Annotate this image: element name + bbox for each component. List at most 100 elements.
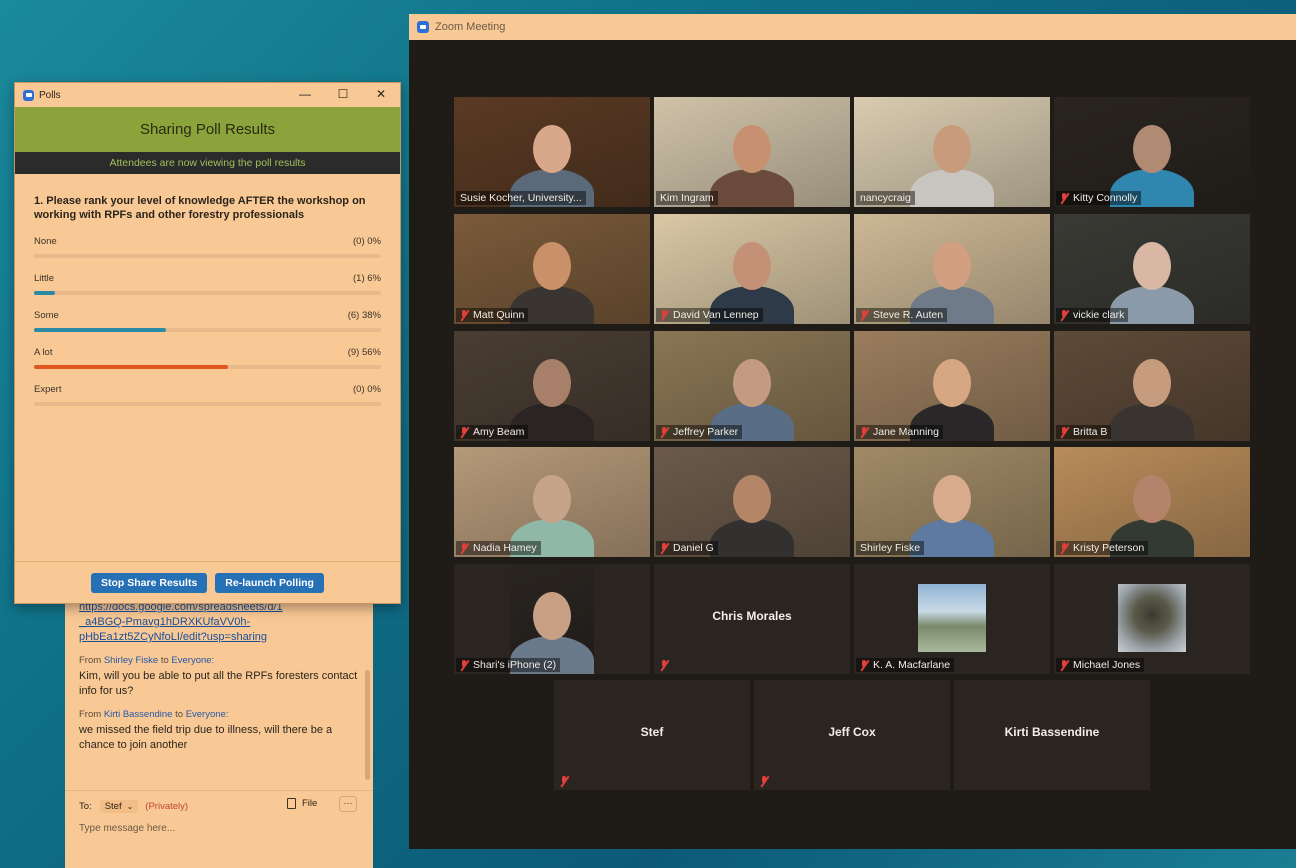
chat-link-line-2[interactable]: _a4BGQ-Pmavg1hDRXKUfaVV0h- — [79, 615, 359, 630]
participant-name-tag: Kristy Peterson — [1056, 541, 1149, 555]
participant-tile[interactable]: Jeffrey Parker — [654, 331, 850, 441]
message-input[interactable] — [79, 823, 349, 834]
file-icon — [287, 798, 296, 809]
participant-face — [533, 359, 571, 407]
chat-link-line-3[interactable]: pHbEa1zt5ZCyNfoLI/edit?usp=sharing — [79, 630, 359, 645]
participant-display-name: Stef — [640, 725, 664, 739]
close-button[interactable]: ✕ — [362, 83, 400, 107]
participant-tile[interactable]: vickie clark — [1054, 214, 1250, 324]
participant-face — [933, 242, 971, 290]
participant-name-tag: Jeffrey Parker — [656, 425, 743, 439]
participant-tile[interactable]: David Van Lennep — [654, 214, 850, 324]
recipient-value: Stef — [104, 801, 122, 812]
mic-muted-icon — [660, 660, 669, 671]
participant-face — [1133, 475, 1171, 523]
poll-option-result: (9) 56% — [347, 347, 381, 358]
participant-face — [533, 592, 571, 640]
maximize-button[interactable]: ☐ — [324, 83, 362, 107]
participant-face — [733, 475, 771, 523]
participant-tile[interactable]: Jane Manning — [854, 331, 1050, 441]
recipient-name: Everyone: — [171, 655, 215, 666]
zoom-logo-icon — [23, 89, 34, 101]
participant-name-tag — [756, 775, 777, 788]
participant-name: Kim Ingram — [660, 192, 714, 204]
stop-share-results-button[interactable]: Stop Share Results — [91, 572, 208, 593]
participant-face — [933, 475, 971, 523]
participant-tile[interactable]: Steve R. Auten — [854, 214, 1050, 324]
chat-message-text: we missed the field trip due to illness,… — [79, 724, 333, 751]
participant-tile[interactable]: nancycraig — [854, 97, 1050, 207]
chevron-down-icon: ⌄ — [126, 802, 134, 811]
poll-option-result: (1) 6% — [353, 273, 381, 284]
participant-tile[interactable]: Kristy Peterson — [1054, 447, 1250, 557]
participant-tile[interactable]: Stef — [554, 680, 750, 790]
participant-display-name: Kirti Bassendine — [1004, 725, 1100, 739]
participant-tile[interactable]: Shirley Fiske — [854, 447, 1050, 557]
more-options-button[interactable]: ··· — [339, 796, 357, 812]
from-label: From — [79, 709, 102, 720]
participant-name: Jane Manning — [873, 426, 939, 438]
poll-option: Some (6) 38% — [34, 306, 381, 343]
participant-face — [933, 359, 971, 407]
participant-tile[interactable]: Daniel G — [654, 447, 850, 557]
participant-face — [1133, 242, 1171, 290]
participant-face — [533, 475, 571, 523]
participant-face — [733, 359, 771, 407]
poll-option-label: A lot — [34, 347, 53, 358]
participant-name-tag: Matt Quinn — [456, 308, 529, 322]
participant-tile[interactable]: K. A. Macfarlane — [854, 564, 1050, 674]
mic-muted-icon — [460, 659, 469, 671]
participant-face — [1133, 359, 1171, 407]
participant-face — [533, 242, 571, 290]
participant-name-tag — [556, 775, 577, 788]
participant-name-tag: Amy Beam — [456, 425, 529, 439]
recipient-row: To: Stef ⌄ (Privately) — [79, 800, 188, 813]
participant-name: Steve R. Auten — [873, 309, 944, 321]
participant-tile[interactable]: Kirti Bassendine — [954, 680, 1150, 790]
participant-face — [733, 125, 771, 173]
participant-name-tag: K. A. Macfarlane — [856, 658, 955, 672]
participant-name-tag: Shirley Fiske — [856, 541, 925, 555]
sender-name[interactable]: Shirley Fiske — [104, 655, 158, 666]
participant-tile[interactable]: Jeff Cox — [754, 680, 950, 790]
mic-muted-icon — [760, 776, 769, 787]
poll-result-bar — [34, 328, 166, 332]
zoom-logo-icon — [417, 21, 429, 33]
file-button[interactable]: File — [287, 798, 317, 809]
participant-tile[interactable]: Kitty Connolly — [1054, 97, 1250, 207]
mic-muted-icon — [1060, 426, 1069, 438]
recipient-name: Everyone: — [185, 709, 229, 720]
poll-option: Expert (0) 0% — [34, 380, 381, 417]
participant-tile[interactable]: Nadia Hamey — [454, 447, 650, 557]
zoom-window-title: Zoom Meeting — [435, 21, 506, 33]
participant-tile[interactable]: Susie Kocher, University... — [454, 97, 650, 207]
participant-name: Kitty Connolly — [1073, 192, 1138, 204]
participant-name: Nadia Hamey — [473, 542, 537, 554]
participant-tile[interactable]: Matt Quinn — [454, 214, 650, 324]
participant-name: Shari's iPhone (2) — [473, 659, 557, 671]
chat-scrollbar[interactable] — [365, 670, 370, 780]
participant-name: Shirley Fiske — [860, 542, 921, 554]
participant-tile[interactable]: Kim Ingram — [654, 97, 850, 207]
participant-tile[interactable]: Amy Beam — [454, 331, 650, 441]
participant-tile[interactable]: Britta B — [1054, 331, 1250, 441]
sender-name[interactable]: Kirti Bassendine — [104, 709, 173, 720]
recipient-dropdown[interactable]: Stef ⌄ — [99, 800, 139, 813]
minimize-button[interactable]: — — [286, 83, 324, 107]
participant-name-tag — [956, 786, 964, 788]
profile-picture — [1118, 584, 1186, 652]
profile-picture — [918, 584, 986, 652]
participant-tile[interactable]: Shari's iPhone (2) — [454, 564, 650, 674]
relaunch-polling-button[interactable]: Re-launch Polling — [215, 572, 324, 593]
participant-name-tag: David Van Lennep — [656, 308, 763, 322]
mic-muted-icon — [860, 426, 869, 438]
participant-tile[interactable]: Michael Jones — [1054, 564, 1250, 674]
participant-tile[interactable]: Chris Morales — [654, 564, 850, 674]
participant-display-name: Chris Morales — [712, 609, 792, 623]
poll-option-result: (6) 38% — [347, 310, 381, 321]
poll-option-result: (0) 0% — [353, 384, 381, 395]
to-label: To: — [79, 801, 92, 812]
window-controls: — ☐ ✕ — [286, 83, 400, 107]
polls-titlebar: Polls — ☐ ✕ — [15, 83, 400, 107]
polls-footer: Stop Share Results Re-launch Polling — [15, 561, 400, 603]
